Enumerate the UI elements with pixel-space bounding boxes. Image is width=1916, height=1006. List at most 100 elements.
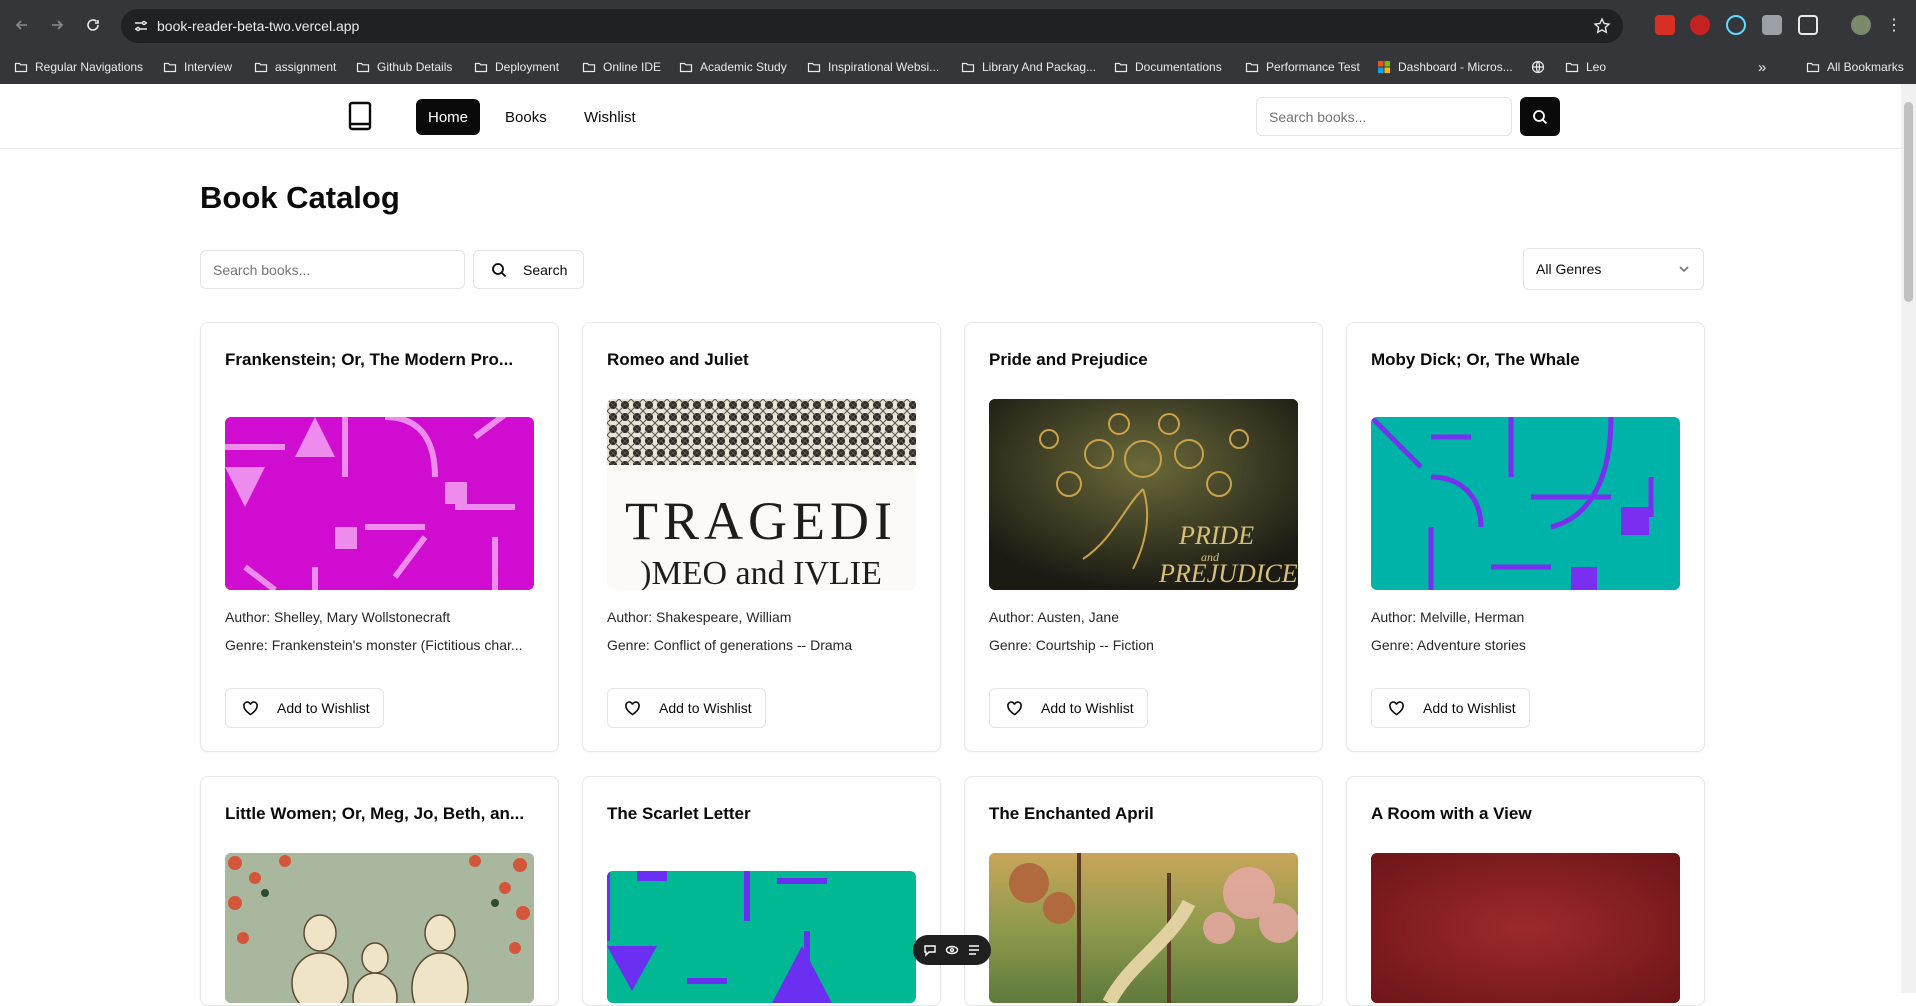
bookmark-item[interactable]: Inspirational Websi...: [807, 57, 939, 77]
reload-icon[interactable]: [81, 13, 105, 37]
bookmark-item[interactable]: Github Details: [356, 57, 452, 77]
all-bookmarks-label: All Bookmarks: [1827, 60, 1904, 74]
cover-peacock: PRIDE and PREJUDICE: [989, 399, 1298, 590]
scrollbar-thumb[interactable]: [1904, 102, 1913, 302]
comment-icon[interactable]: [923, 943, 937, 957]
book-card[interactable]: The Scarlet Letter: [582, 776, 941, 1006]
book-cover-image[interactable]: TRAGEDI )MEO and IVLIE: [607, 399, 916, 590]
bookmark-item[interactable]: Online IDE: [582, 57, 661, 77]
book-title[interactable]: Little Women; Or, Meg, Jo, Beth, an...: [225, 804, 535, 824]
book-genre: Genre: Frankenstein's monster (Fictitiou…: [225, 637, 523, 653]
book-title[interactable]: Frankenstein; Or, The Modern Pro...: [225, 350, 535, 370]
book-cover-image[interactable]: [989, 853, 1298, 1003]
react-devtools-icon[interactable]: [1726, 15, 1746, 35]
cover-pattern: [1371, 417, 1654, 590]
catalog-search-button[interactable]: Search: [473, 250, 584, 289]
book-title[interactable]: The Scarlet Letter: [607, 804, 917, 824]
all-bookmarks-button[interactable]: All Bookmarks: [1806, 57, 1904, 77]
url-text: book-reader-beta-two.vercel.app: [157, 18, 360, 34]
book-cover-image[interactable]: [1371, 417, 1680, 590]
book-card[interactable]: Moby Dick; Or, The Whale Author: Melvill…: [1346, 322, 1705, 752]
book-title[interactable]: Romeo and Juliet: [607, 350, 917, 370]
book-card[interactable]: Pride and Prejudice PRIDE and PREJUDICE …: [964, 322, 1323, 752]
genre-select[interactable]: All Genres: [1523, 248, 1704, 290]
site-info-icon[interactable]: [133, 18, 149, 34]
cover-pattern: [225, 417, 515, 590]
list-icon[interactable]: [967, 943, 981, 957]
chevron-down-icon: [1679, 266, 1689, 273]
camera-extension-icon[interactable]: [1762, 15, 1782, 35]
bookmark-item[interactable]: Deployment: [474, 57, 559, 77]
bookmark-label: Deployment: [495, 60, 560, 74]
page-scrollbar[interactable]: [1901, 84, 1916, 993]
globe-icon[interactable]: [1531, 57, 1552, 77]
browser-menu-icon[interactable]: ⋮: [1882, 13, 1906, 37]
heart-icon: [1389, 700, 1404, 715]
bookmarks-bar: Regular Navigations Interview assignment Gi…: [0, 51, 1916, 84]
folder-icon: [163, 60, 184, 74]
bookmark-label: Academic Study: [700, 60, 787, 74]
book-card[interactable]: Romeo and Juliet TRAGEDI )MEO and IVLIE …: [582, 322, 941, 752]
cover-text: PRIDE: [1178, 521, 1254, 550]
book-card[interactable]: The Enchanted April: [964, 776, 1323, 1006]
book-cover-image[interactable]: PRIDE and PREJUDICE: [989, 399, 1298, 590]
add-to-wishlist-button[interactable]: Add to Wishlist: [1371, 688, 1530, 728]
book-card[interactable]: Little Women; Or, Meg, Jo, Beth, an...: [200, 776, 559, 1006]
back-icon[interactable]: [10, 13, 34, 37]
book-title[interactable]: A Room with a View: [1371, 804, 1681, 824]
catalog-search-input[interactable]: [200, 250, 465, 289]
bookmark-star-icon[interactable]: [1593, 17, 1611, 35]
bookmark-item[interactable]: Interview: [163, 57, 232, 77]
extension-icon-1[interactable]: [1655, 15, 1675, 35]
eye-icon[interactable]: [945, 943, 959, 957]
extension-icon-2[interactable]: [1690, 15, 1710, 35]
book-cover-image[interactable]: [1371, 853, 1680, 1003]
wishlist-label: Add to Wishlist: [1423, 700, 1516, 716]
bookmark-item[interactable]: Performance Test: [1245, 57, 1360, 77]
bookmark-label: Inspirational Websi...: [828, 60, 940, 74]
microsoft-icon: [1377, 60, 1398, 74]
book-cover-image[interactable]: [225, 417, 534, 590]
book-card[interactable]: Frankenstein; Or, The Modern Pro... Auth…: [200, 322, 559, 752]
header-search-input[interactable]: [1256, 97, 1512, 136]
add-to-wishlist-button[interactable]: Add to Wishlist: [989, 688, 1148, 728]
book-card[interactable]: A Room with a View: [1346, 776, 1705, 1006]
book-cover-image[interactable]: [607, 871, 916, 1003]
bookmark-item[interactable]: Academic Study: [679, 57, 787, 77]
book-cover-image[interactable]: [225, 853, 534, 1003]
bookmark-item[interactable]: Documentations: [1114, 57, 1222, 77]
folder-icon: [961, 60, 982, 74]
address-bar[interactable]: book-reader-beta-two.vercel.app: [121, 9, 1623, 43]
bookmark-item[interactable]: Regular Navigations: [14, 57, 143, 77]
nav-wishlist[interactable]: Wishlist: [572, 99, 648, 135]
add-to-wishlist-button[interactable]: Add to Wishlist: [607, 688, 766, 728]
header-search-button[interactable]: [1520, 97, 1560, 136]
catalog-search-label: Search: [523, 261, 568, 278]
book-title[interactable]: The Enchanted April: [989, 804, 1299, 824]
bookmark-item[interactable]: Dashboard - Micros...: [1377, 57, 1513, 77]
cover-engraving: TRAGEDI )MEO and IVLIE: [607, 399, 916, 590]
bookmark-label: Performance Test: [1266, 60, 1360, 74]
nav-home[interactable]: Home: [416, 99, 481, 135]
book-title[interactable]: Moby Dick; Or, The Whale: [1371, 350, 1681, 370]
bookmark-item[interactable]: Leo: [1565, 57, 1606, 77]
profile-avatar[interactable]: [1851, 15, 1871, 35]
extensions-puzzle-icon[interactable]: [1798, 15, 1818, 35]
nav-books[interactable]: Books: [493, 99, 559, 135]
book-title[interactable]: Pride and Prejudice: [989, 350, 1299, 370]
forward-icon[interactable]: [45, 13, 69, 37]
add-to-wishlist-button[interactable]: Add to Wishlist: [225, 688, 384, 728]
bookmark-item[interactable]: assignment: [254, 57, 336, 77]
heart-icon: [243, 700, 258, 715]
folder-icon: [14, 60, 35, 74]
cover-pattern: [607, 871, 832, 1003]
book-logo-icon[interactable]: [346, 100, 374, 132]
bookmark-item[interactable]: Library And Packag...: [961, 57, 1096, 77]
bookmarks-overflow-icon[interactable]: »: [1758, 57, 1766, 77]
genre-select-value: All Genres: [1536, 261, 1602, 277]
folder-icon: [1565, 60, 1586, 74]
cover-text: TRAGEDI: [625, 491, 897, 551]
heart-icon: [1007, 700, 1022, 715]
floating-toolbar[interactable]: [913, 935, 991, 965]
bookmark-label: Github Details: [377, 60, 453, 74]
